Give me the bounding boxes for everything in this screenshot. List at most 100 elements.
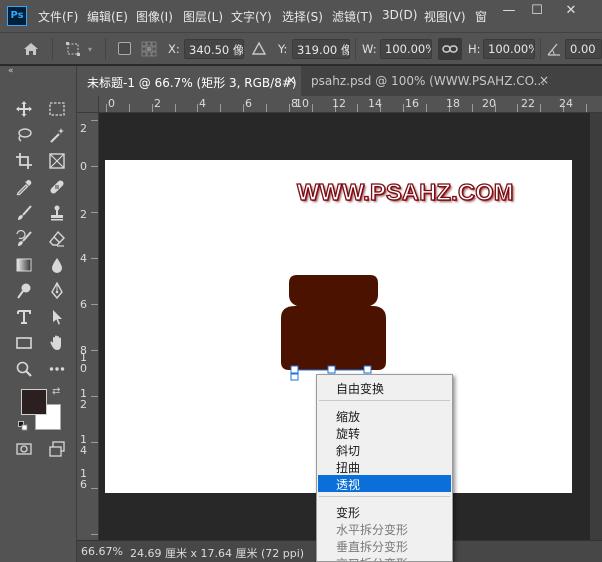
marquee-tool-icon[interactable]: [46, 98, 68, 120]
menu-file[interactable]: 文件(F): [38, 8, 78, 25]
clone-stamp-tool-icon[interactable]: [46, 202, 68, 224]
ruler-tick-label: 4: [199, 97, 206, 110]
menu-item-split-warp-vertical[interactable]: 垂直拆分变形: [318, 537, 451, 554]
menu-item-warp[interactable]: 变形: [318, 503, 451, 520]
home-icon[interactable]: [20, 38, 42, 60]
h-label: H:: [468, 42, 481, 56]
path-selection-tool-icon[interactable]: [46, 306, 68, 328]
menu-view[interactable]: 视图(V): [424, 8, 466, 25]
ruler-tick-label: 6: [80, 478, 87, 491]
dodge-tool-icon[interactable]: [13, 280, 35, 302]
width-field[interactable]: 100.00%: [380, 39, 432, 59]
tab-untitled-1[interactable]: 未标题-1 @ 66.7% (矩形 3, RGB/8#) *: [77, 66, 301, 96]
menu-item-split-warp-crosswise[interactable]: 交叉拆分变形: [318, 554, 451, 561]
ruler-tick-label: 2: [154, 97, 161, 110]
ruler-tick-label: 6: [245, 97, 252, 110]
gradient-tool-icon[interactable]: [13, 254, 35, 276]
menu-layer[interactable]: 图层(L): [183, 8, 223, 25]
move-tool-icon[interactable]: [13, 98, 35, 120]
menu-3d[interactable]: 3D(D): [382, 8, 417, 22]
hand-tool-icon[interactable]: [46, 332, 68, 354]
angle-icon[interactable]: [543, 38, 565, 60]
menu-item-perspective[interactable]: 透视: [318, 475, 451, 492]
zoom-tool-icon[interactable]: [13, 358, 35, 380]
transform-tool-icon[interactable]: [62, 38, 84, 60]
menu-filter[interactable]: 滤镜(T): [332, 8, 373, 25]
ruler-tick-label: 22: [521, 97, 535, 110]
reference-point-grid-icon[interactable]: [138, 38, 160, 60]
swap-colors-icon[interactable]: ⇄: [52, 386, 60, 397]
menu-item-distort[interactable]: 扭曲: [318, 458, 451, 475]
horizontal-ruler[interactable]: 0 2 4 6 8 10 12 14 16 18 20 22 24: [99, 96, 602, 113]
reference-point-checkbox[interactable]: [118, 42, 131, 55]
ruler-tick-label: 4: [80, 252, 87, 265]
ruler-tick-label: 0: [80, 362, 87, 375]
menu-bar: Ps 文件(F) 编辑(E) 图像(I) 图层(L) 文字(Y) 选择(S) 滤…: [0, 0, 602, 32]
menu-item-split-warp-horizontal[interactable]: 水平拆分变形: [318, 520, 451, 537]
vertical-ruler[interactable]: 2 0 2 4 6 8 1 0 1 2 1 4 1 6: [77, 113, 99, 540]
pen-tool-icon[interactable]: [46, 280, 68, 302]
ruler-tick-label: 24: [559, 97, 573, 110]
collapse-panel-icon[interactable]: «: [8, 66, 14, 76]
tab-psahz[interactable]: psahz.psd @ 100% (WWW.PSAHZ.CO...: [301, 66, 551, 96]
foreground-color-swatch[interactable]: [21, 389, 47, 415]
x-field[interactable]: 340.50 像素: [184, 39, 244, 59]
minimize-button[interactable]: —: [498, 2, 520, 20]
menu-item-rotate[interactable]: 旋转: [318, 424, 451, 441]
ruler-tick-label: 2: [80, 208, 87, 221]
screen-mode-icon[interactable]: [46, 438, 68, 460]
close-window-button[interactable]: ✕: [560, 2, 582, 20]
menu-window[interactable]: 窗: [475, 8, 487, 25]
brush-tool-icon[interactable]: [13, 202, 35, 224]
transform-context-menu: 自由变换 缩放 旋转 斜切 扭曲 透视 变形 水平拆分变形 垂直拆分变形 交叉拆…: [316, 374, 453, 562]
ruler-tick-label: 18: [446, 97, 460, 110]
rectangle-tool-icon[interactable]: [13, 332, 35, 354]
tab-label: 未标题-1 @ 66.7% (矩形 3, RGB/8#) *: [87, 76, 301, 90]
frame-tool-icon[interactable]: [46, 150, 68, 172]
x-label: X:: [168, 42, 180, 56]
ruler-tick-label: 10: [295, 97, 309, 110]
menu-item-skew[interactable]: 斜切: [318, 441, 451, 458]
menu-type[interactable]: 文字(Y): [231, 8, 272, 25]
w-label: W:: [362, 42, 377, 56]
menu-item-scale[interactable]: 缩放: [318, 407, 451, 424]
link-icon[interactable]: [438, 38, 462, 60]
vertical-scrollbar[interactable]: [590, 113, 602, 540]
chevron-down-icon[interactable]: ▾: [88, 45, 92, 54]
magic-wand-tool-icon[interactable]: [46, 124, 68, 146]
quick-mask-icon[interactable]: [13, 438, 35, 460]
history-brush-tool-icon[interactable]: [13, 228, 35, 250]
close-tab-icon[interactable]: ×: [286, 73, 296, 87]
eyedropper-tool-icon[interactable]: [13, 176, 35, 198]
more-tools-icon[interactable]: [46, 358, 68, 380]
tab-label: psahz.psd @ 100% (WWW.PSAHZ.CO...: [311, 74, 546, 88]
tools-panel: « ⇄: [0, 66, 77, 562]
restore-button[interactable]: ☐: [526, 2, 548, 20]
menu-item-free-transform[interactable]: 自由变换: [318, 379, 451, 396]
angle-field[interactable]: 0.00: [565, 39, 602, 59]
ruler-tick-label: 20: [482, 97, 496, 110]
healing-brush-tool-icon[interactable]: [46, 176, 68, 198]
ruler-tick-label: 0: [108, 97, 115, 110]
document-size[interactable]: 24.69 厘米 x 17.64 厘米 (72 ppi): [130, 545, 304, 561]
y-label: Y:: [278, 42, 288, 56]
type-tool-icon[interactable]: [13, 306, 35, 328]
lasso-tool-icon[interactable]: [13, 124, 35, 146]
ruler-tick-label: 2: [80, 122, 87, 135]
eraser-tool-icon[interactable]: [46, 228, 68, 250]
menu-select[interactable]: 选择(S): [282, 8, 323, 25]
height-field[interactable]: 100.00%: [483, 39, 535, 59]
ruler-tick-label: 6: [80, 298, 87, 311]
close-tab-icon[interactable]: ×: [539, 73, 549, 87]
y-field[interactable]: 319.00 像素: [292, 39, 350, 59]
crop-tool-icon[interactable]: [13, 150, 35, 172]
photoshop-logo: Ps: [7, 6, 27, 26]
blur-tool-icon[interactable]: [46, 254, 68, 276]
menu-image[interactable]: 图像(I): [136, 8, 173, 25]
document-tabs: 未标题-1 @ 66.7% (矩形 3, RGB/8#) * × psahz.p…: [77, 66, 602, 96]
zoom-level[interactable]: 66.67%: [81, 545, 123, 558]
default-colors-icon[interactable]: [18, 420, 28, 431]
menu-edit[interactable]: 编辑(E): [87, 8, 128, 25]
delta-icon[interactable]: [248, 38, 270, 60]
ruler-corner[interactable]: [77, 96, 99, 113]
